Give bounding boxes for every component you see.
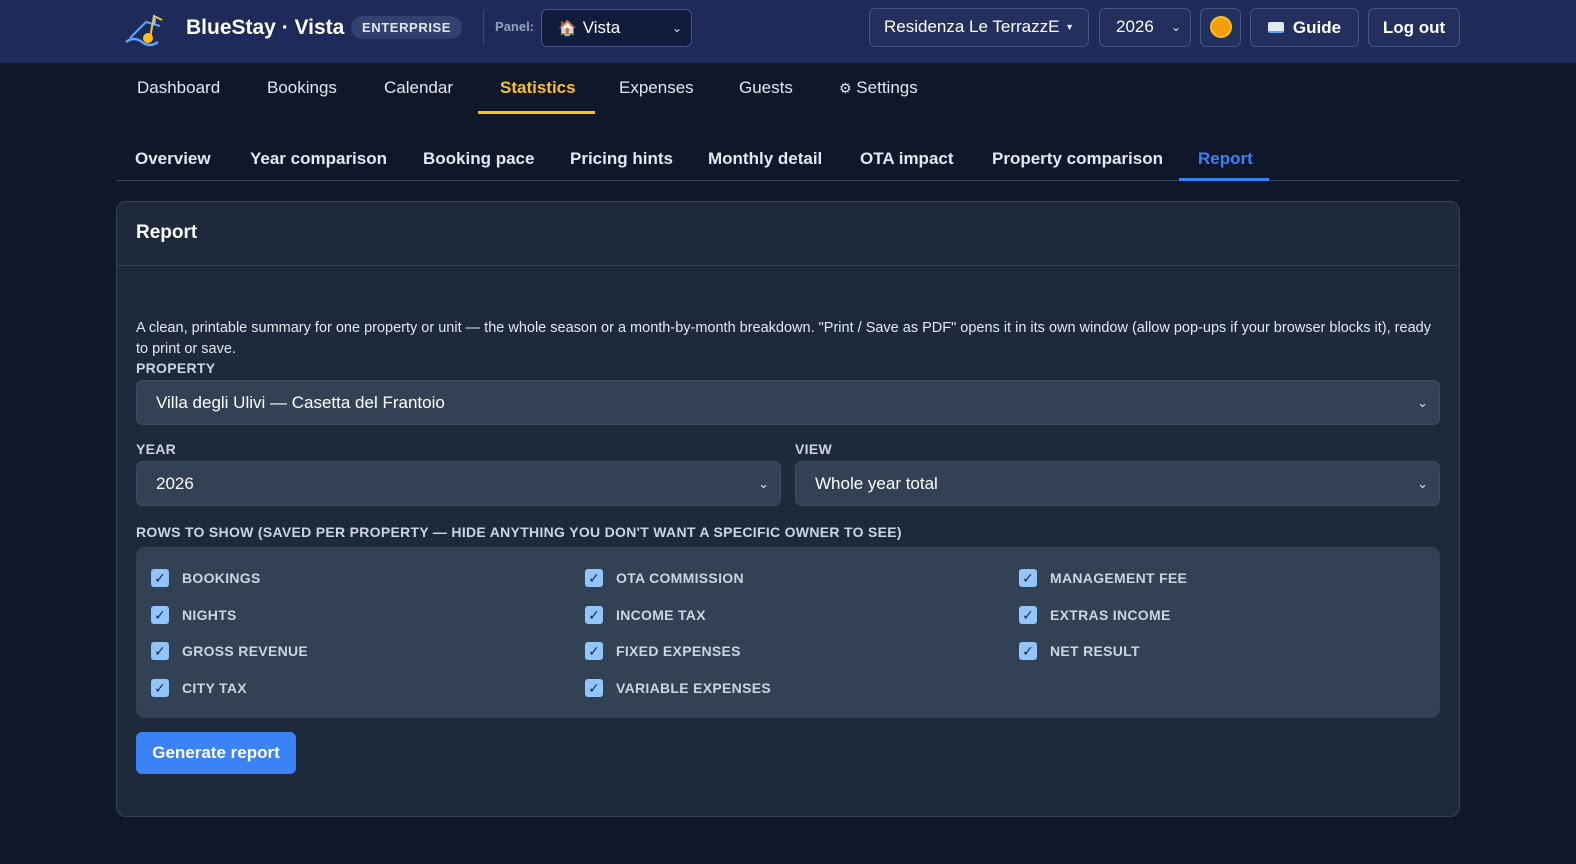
tab-booking-pace[interactable]: Booking pace: [423, 147, 534, 171]
property-switcher-value: Residenza Le TerrazzE: [884, 17, 1060, 36]
chevron-down-icon: ⌄: [1417, 476, 1428, 491]
year-switcher-value: 2026: [1116, 17, 1154, 36]
tab-year-comparison[interactable]: Year comparison: [250, 147, 387, 171]
nav-statistics[interactable]: Statistics: [500, 74, 576, 114]
sun-icon: [1211, 18, 1230, 37]
checkbox-checked-icon[interactable]: ✓: [1019, 569, 1037, 587]
year-select[interactable]: 2026 ⌄: [136, 461, 781, 506]
checkbox-checked-icon[interactable]: ✓: [151, 569, 169, 587]
rows-label: ROWS TO SHOW (SAVED PER PROPERTY — HIDE …: [136, 524, 902, 540]
tab-property-comparison[interactable]: Property comparison: [992, 147, 1163, 171]
tab-ota-impact[interactable]: OTA impact: [860, 147, 954, 171]
nav-calendar[interactable]: Calendar: [384, 74, 453, 114]
checkbox-checked-icon[interactable]: ✓: [151, 606, 169, 624]
nav-guests[interactable]: Guests: [739, 74, 793, 114]
tab-pricing-hints[interactable]: Pricing hints: [570, 147, 673, 171]
gear-icon: ⚙: [839, 80, 852, 96]
tab-overview[interactable]: Overview: [135, 147, 211, 171]
brand-name: BlueStay · Vista: [186, 16, 345, 39]
row-toggle-label: EXTRAS INCOME: [1050, 607, 1171, 623]
logout-button[interactable]: Log out: [1368, 8, 1460, 47]
generate-report-button[interactable]: Generate report: [136, 732, 296, 774]
card-divider: [117, 265, 1459, 266]
active-nav-indicator: [478, 111, 595, 114]
divider: [483, 10, 484, 45]
property-switcher[interactable]: Residenza Le TerrazzE ▼: [869, 8, 1089, 47]
nav-settings[interactable]: ⚙ Settings: [839, 74, 918, 114]
checkbox-checked-icon[interactable]: ✓: [585, 679, 603, 697]
rows-checkbox-group: ✓ BOOKINGS ✓ NIGHTS ✓ GROSS REVENUE ✓ CI…: [136, 547, 1440, 718]
property-select-value: Villa degli Ulivi — Casetta del Frantoio: [156, 393, 445, 412]
row-toggle-label: BOOKINGS: [182, 570, 261, 586]
house-icon: 🏠: [558, 20, 577, 37]
active-tab-indicator: [1179, 178, 1269, 181]
row-toggle-label: NIGHTS: [182, 607, 237, 623]
year-switcher[interactable]: 2026 ⌄: [1099, 8, 1191, 47]
row-toggle-label: NET RESULT: [1050, 643, 1140, 659]
panel-select[interactable]: 🏠 Vista ⌄: [541, 9, 692, 47]
property-select[interactable]: Villa degli Ulivi — Casetta del Frantoio…: [136, 380, 1440, 425]
nav-expenses[interactable]: Expenses: [619, 74, 694, 114]
logout-button-label: Log out: [1382, 18, 1446, 37]
year-label: YEAR: [136, 441, 177, 457]
checkbox-checked-icon[interactable]: ✓: [151, 642, 169, 660]
panel-label: Panel:: [495, 19, 535, 34]
row-toggle-label: FIXED EXPENSES: [616, 643, 741, 659]
row-toggle-label: MANAGEMENT FEE: [1050, 570, 1188, 586]
top-bar: BlueStay · Vista ENTERPRISE Panel: 🏠 Vist…: [0, 0, 1576, 63]
view-select[interactable]: Whole year total ⌄: [795, 461, 1440, 506]
theme-toggle-button[interactable]: [1200, 8, 1241, 47]
tab-report[interactable]: Report: [1198, 147, 1253, 171]
chevron-down-icon: ⌄: [1170, 20, 1181, 34]
row-toggle-label: GROSS REVENUE: [182, 643, 309, 659]
property-label: PROPERTY: [136, 360, 216, 376]
book-icon: [1267, 22, 1284, 34]
card-title: Report: [136, 222, 198, 243]
view-label: VIEW: [795, 441, 832, 457]
row-toggle-label: INCOME TAX: [616, 607, 706, 623]
checkbox-checked-icon[interactable]: ✓: [1019, 642, 1037, 660]
guide-button[interactable]: Guide: [1250, 8, 1359, 47]
guide-button-label: Guide: [1292, 18, 1342, 37]
row-toggle-label: OTA COMMISSION: [616, 570, 744, 586]
chevron-down-icon: ⌄: [1417, 395, 1428, 410]
checkbox-checked-icon[interactable]: ✓: [585, 642, 603, 660]
checkbox-checked-icon[interactable]: ✓: [1019, 606, 1037, 624]
report-card: Report A clean, printable summary for on…: [116, 201, 1460, 817]
checkbox-checked-icon[interactable]: ✓: [151, 679, 169, 697]
chevron-down-icon: ⌄: [671, 21, 682, 35]
plan-badge: ENTERPRISE: [351, 16, 463, 39]
row-toggle-label: CITY TAX: [182, 680, 247, 696]
year-select-value: 2026: [156, 474, 194, 493]
nav-settings-label: Settings: [856, 78, 918, 97]
row-toggle-label: VARIABLE EXPENSES: [616, 680, 771, 696]
view-select-value: Whole year total: [815, 474, 938, 493]
tab-monthly-detail[interactable]: Monthly detail: [708, 147, 822, 171]
nav-bookings[interactable]: Bookings: [267, 74, 337, 114]
panel-select-value: Vista: [582, 18, 621, 37]
report-description: A clean, printable summary for one prope…: [136, 320, 1431, 357]
logo-icon: [125, 14, 163, 47]
checkbox-checked-icon[interactable]: ✓: [585, 606, 603, 624]
chevron-down-icon: ⌄: [758, 476, 769, 491]
caret-down-icon: ▼: [1065, 22, 1074, 32]
nav-dashboard[interactable]: Dashboard: [137, 74, 220, 114]
checkbox-checked-icon[interactable]: ✓: [585, 569, 603, 587]
